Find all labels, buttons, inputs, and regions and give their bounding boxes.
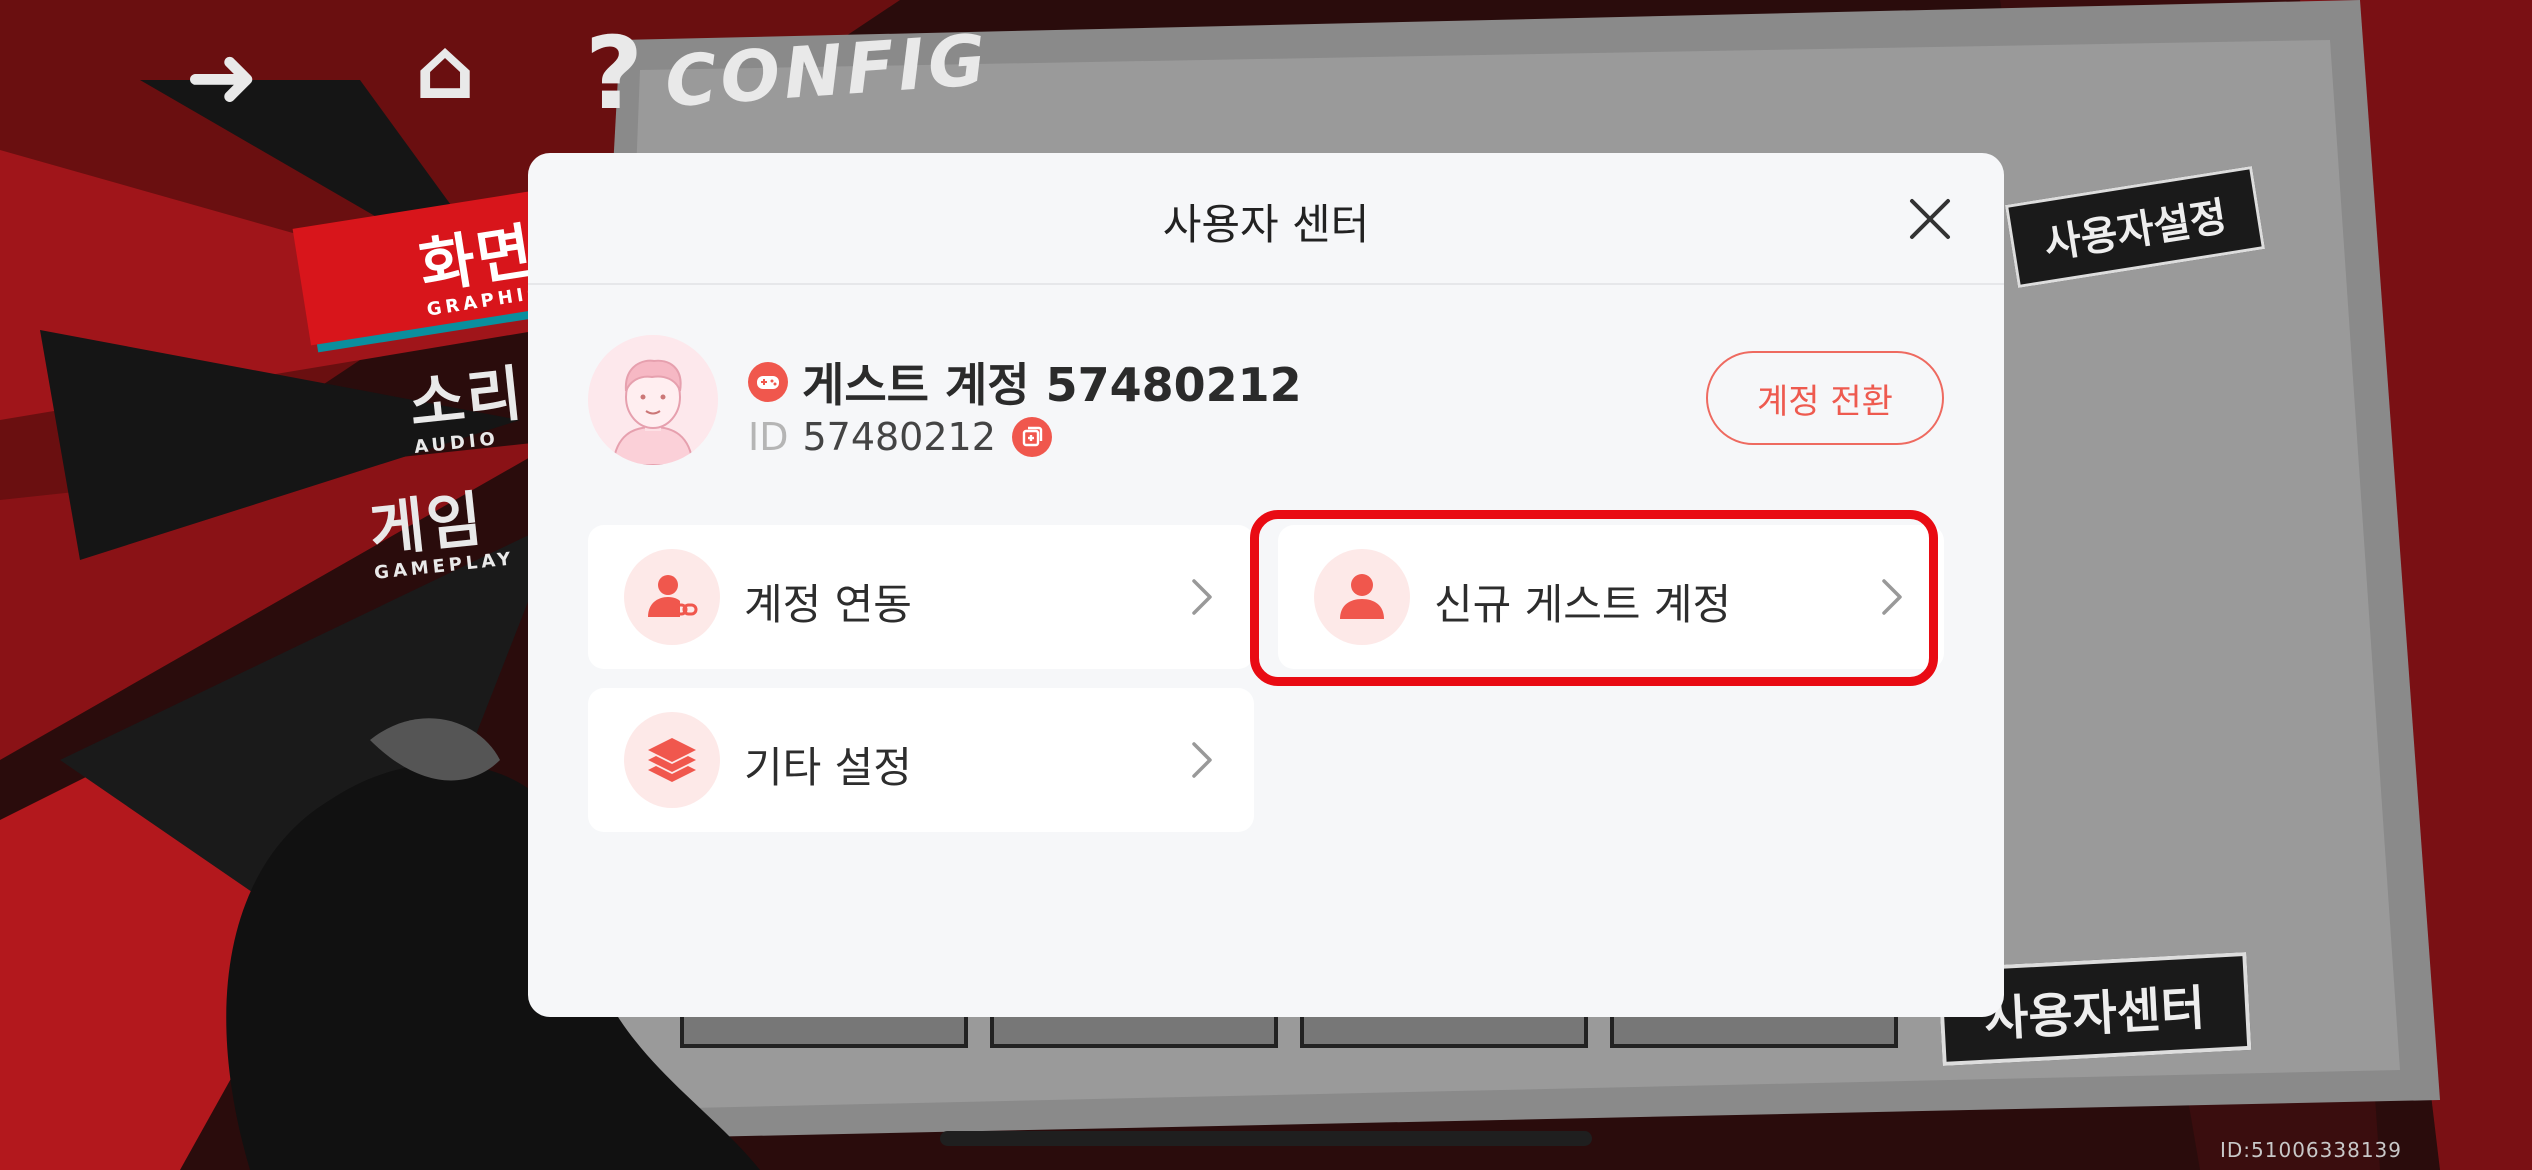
dialog-header: 사용자 센터: [528, 153, 2004, 285]
chevron-right-icon: [1192, 579, 1212, 615]
copy-icon[interactable]: [1011, 417, 1052, 457]
close-button[interactable]: [1906, 195, 1954, 243]
help-icon[interactable]: ?: [585, 15, 643, 132]
id-label: ID: [748, 415, 789, 459]
dialog-title: 사용자 센터: [1162, 200, 1370, 249]
profile-id-row: ID 57480212: [748, 415, 1052, 459]
back-arrow-icon[interactable]: ➜: [185, 25, 259, 128]
chevron-right-icon: [1882, 579, 1902, 615]
user-icon: [1314, 549, 1410, 645]
home-indicator[interactable]: [940, 1131, 1592, 1146]
link-account-label: 계정 연동: [744, 580, 912, 629]
switch-account-button[interactable]: 계정 전환: [1706, 351, 1944, 445]
gamepad-icon: [748, 362, 788, 402]
player-id-label: ID:51006338139: [2220, 1138, 2403, 1162]
home-icon[interactable]: ⌂: [415, 20, 475, 118]
chevron-right-icon: [1192, 742, 1212, 778]
profile-name: 게스트 계정 57480212: [802, 358, 1302, 412]
layers-icon: [624, 712, 720, 808]
avatar-face-icon: [588, 335, 718, 465]
bg-menu-audio[interactable]: 소리 AUDIO: [315, 345, 529, 468]
bg-menu-audio-label: 소리: [406, 358, 528, 441]
new-guest-account-label: 신규 게스트 계정: [1434, 580, 1732, 629]
new-guest-account-card[interactable]: 신규 게스트 계정: [1278, 525, 1944, 669]
link-account-card[interactable]: 계정 연동: [588, 525, 1254, 669]
close-icon: [1910, 199, 1950, 239]
user-link-icon: [624, 549, 720, 645]
other-settings-card[interactable]: 기타 설정: [588, 688, 1254, 832]
profile-name-row: 게스트 계정 57480212: [748, 349, 1302, 415]
avatar: [588, 335, 718, 465]
id-value: 57480212: [802, 415, 996, 459]
other-settings-label: 기타 설정: [744, 743, 912, 792]
user-center-dialog: 사용자 센터 게스트 계정 57480212 ID 57480212 계정 전환…: [528, 153, 2004, 1017]
